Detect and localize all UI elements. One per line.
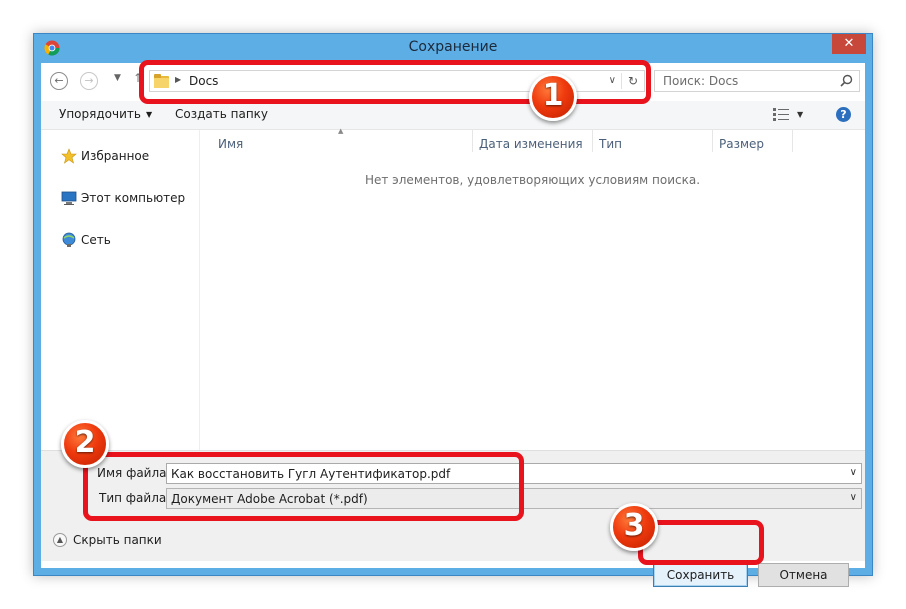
step-badge-2: 2 [61, 420, 109, 468]
close-button[interactable]: ✕ [832, 34, 866, 54]
column-header-name[interactable]: Имя [218, 137, 243, 151]
view-options-icon[interactable] [773, 108, 789, 121]
sidebar-item-label: Сеть [81, 233, 111, 247]
highlight-file-fields [83, 452, 524, 521]
caret-down-icon: ▼ [145, 110, 153, 119]
window-title: Сохранение [408, 39, 498, 55]
help-icon[interactable]: ? [836, 107, 851, 122]
arrow-right-icon: → [84, 74, 94, 87]
sidebar-item-label: Этот компьютер [81, 191, 186, 205]
computer-icon [61, 191, 77, 205]
column-divider[interactable] [712, 130, 713, 152]
organize-label: Упорядочить [59, 107, 141, 121]
file-list: ▲ Имя Дата изменения Тип Размер Нет элем… [200, 127, 865, 450]
column-divider[interactable] [472, 130, 473, 152]
recent-locations-dropdown[interactable]: ▼ [114, 73, 121, 83]
sort-caret-icon: ▲ [338, 127, 344, 135]
column-header-date[interactable]: Дата изменения [479, 137, 583, 151]
column-divider[interactable] [592, 130, 593, 152]
chevron-down-icon[interactable]: ∨ [850, 492, 857, 503]
column-header-type[interactable]: Тип [599, 137, 622, 151]
organize-button[interactable]: Упорядочить ▼ [59, 107, 152, 121]
search-icon[interactable] [840, 74, 853, 87]
collapse-up-icon: ▲ [53, 533, 67, 547]
save-button[interactable]: Сохранить [653, 563, 748, 587]
star-icon [61, 148, 77, 164]
column-divider[interactable] [792, 130, 793, 152]
search-box[interactable]: Поиск: Docs [654, 70, 860, 92]
new-folder-button[interactable]: Создать папку [175, 107, 268, 121]
sidebar-item-label: Избранное [81, 149, 150, 163]
cancel-button[interactable]: Отмена [758, 563, 849, 587]
navigation-pane: Избранное Этот компьютер Сеть [41, 130, 200, 450]
search-input[interactable]: Поиск: Docs [663, 74, 738, 88]
back-button[interactable]: ← [50, 72, 68, 90]
column-header-size[interactable]: Размер [719, 137, 764, 151]
hide-folders-label: Скрыть папки [73, 533, 162, 547]
network-icon [62, 232, 76, 247]
empty-message: Нет элементов, удовлетворяющих условиям … [364, 173, 701, 187]
arrow-left-icon: ← [54, 74, 64, 87]
forward-button[interactable]: → [80, 72, 98, 90]
view-caret-icon[interactable]: ▼ [797, 110, 803, 119]
command-toolbar: Упорядочить ▼ Создать папку ▼ ? [41, 101, 865, 130]
step-badge-1: 1 [529, 73, 577, 121]
step-badge-3: 3 [610, 503, 658, 551]
chevron-down-icon[interactable]: ∨ [850, 467, 857, 478]
title-bar[interactable]: Сохранение ✕ [34, 34, 872, 62]
